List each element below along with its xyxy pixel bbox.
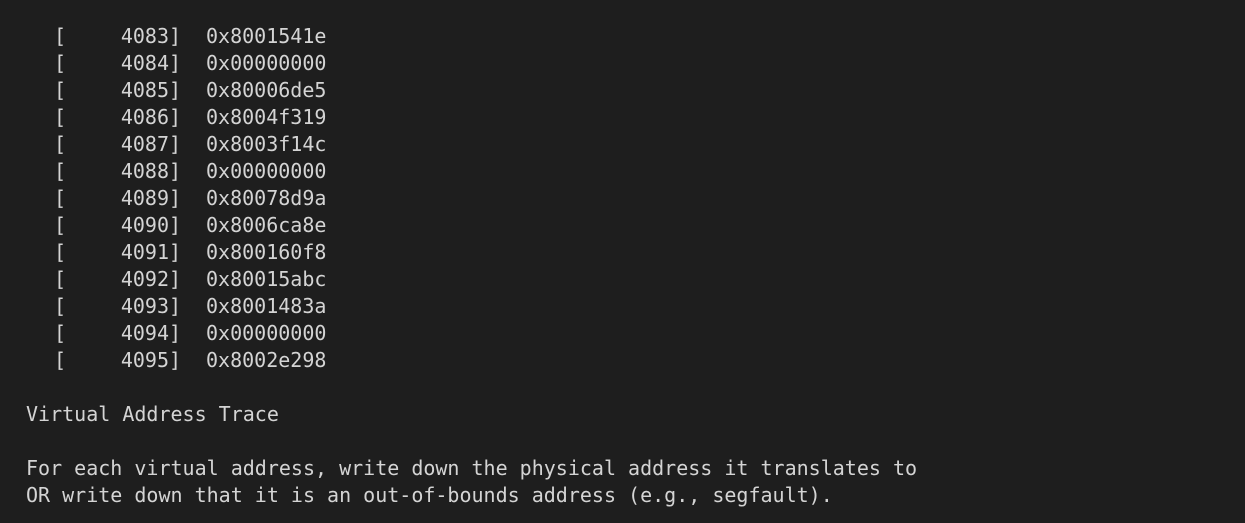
row-bracket-open: [ [53,105,66,129]
table-row: [4093] 0x8001483a [26,293,1245,320]
row-bracket-close: ] [169,105,182,129]
row-value: 0x8006ca8e [206,213,327,237]
row-bracket-open: [ [53,240,66,264]
row-bracket-open: [ [53,267,66,291]
row-index: 4093 [120,294,169,318]
row-bracket-open: [ [53,186,66,210]
row-bracket-close: ] [169,51,182,75]
table-row: [4088] 0x00000000 [26,158,1245,185]
row-bracket-open: [ [53,348,66,372]
table-row: [4089] 0x80078d9a [26,185,1245,212]
row-bracket-open: [ [53,294,66,318]
row-bracket-open: [ [53,159,66,183]
row-value: 0x80006de5 [206,78,327,102]
row-bracket-open: [ [53,78,66,102]
row-value: 0x80078d9a [206,186,327,210]
table-row: [4086] 0x8004f319 [26,104,1245,131]
row-index: 4083 [120,24,169,48]
terminal-output: [4083] 0x8001541e [4084] 0x00000000 [4085] 0x… [0,0,1245,523]
row-value: 0x8002e298 [206,348,327,372]
row-bracket-open: [ [53,321,66,345]
row-value: 0x800160f8 [206,240,327,264]
row-index: 4085 [120,78,169,102]
row-bracket-open: [ [53,24,66,48]
row-bracket-close: ] [169,186,182,210]
table-row: [4084] 0x00000000 [26,50,1245,77]
row-bracket-close: ] [169,132,182,156]
row-bracket-close: ] [169,348,182,372]
table-row: [4094] 0x00000000 [26,320,1245,347]
row-bracket-open: [ [53,213,66,237]
row-bracket-close: ] [169,78,182,102]
row-index: 4088 [120,159,169,183]
table-row: [4090] 0x8006ca8e [26,212,1245,239]
table-row: [4091] 0x800160f8 [26,239,1245,266]
table-row: [4095] 0x8002e298 [26,347,1245,374]
section-title: Virtual Address Trace [26,402,279,426]
table-row: [4083] 0x8001541e [26,23,1245,50]
row-bracket-close: ] [169,159,182,183]
table-row: [4085] 0x80006de5 [26,77,1245,104]
row-bracket-open: [ [53,51,66,75]
row-index: 4091 [120,240,169,264]
instruction-line-1: For each virtual address, write down the… [26,456,918,480]
row-value: 0x00000000 [206,159,327,183]
row-bracket-close: ] [169,267,182,291]
row-index: 4089 [120,186,169,210]
row-bracket-close: ] [169,240,182,264]
row-value: 0x8001483a [206,294,327,318]
row-value: 0x8001541e [206,24,327,48]
row-index: 4086 [120,105,169,129]
table-row: [4087] 0x8003f14c [26,131,1245,158]
page-table-listing: [4083] 0x8001541e [4084] 0x00000000 [4085] 0x… [26,23,1245,374]
row-index: 4087 [120,132,169,156]
row-index: 4094 [120,321,169,345]
row-index: 4090 [120,213,169,237]
instruction-line-2: OR write down that it is an out-of-bound… [26,483,833,507]
row-value: 0x00000000 [206,321,327,345]
row-value: 0x8004f319 [206,105,327,129]
row-value: 0x80015abc [206,267,327,291]
row-value: 0x8003f14c [206,132,327,156]
row-index: 4084 [120,51,169,75]
table-row: [4092] 0x80015abc [26,266,1245,293]
row-bracket-close: ] [169,24,182,48]
row-bracket-close: ] [169,321,182,345]
row-index: 4095 [120,348,169,372]
row-value: 0x00000000 [206,51,327,75]
row-bracket-open: [ [53,132,66,156]
row-bracket-close: ] [169,294,182,318]
row-index: 4092 [120,267,169,291]
row-bracket-close: ] [169,213,182,237]
